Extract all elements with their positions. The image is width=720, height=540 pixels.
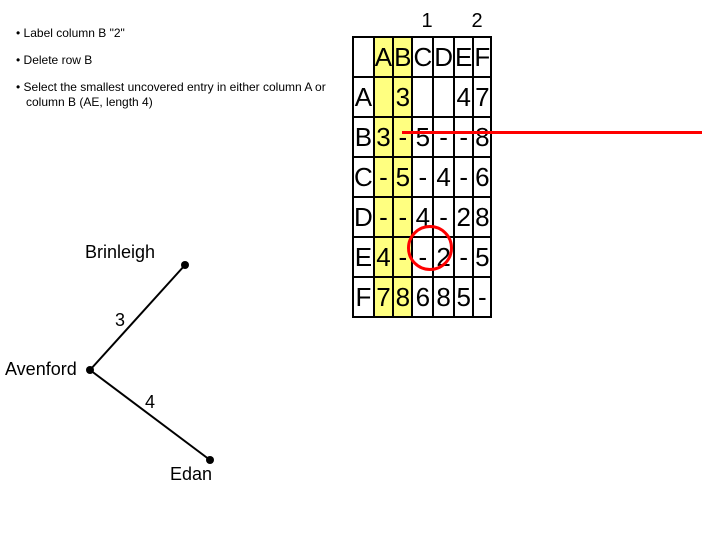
weight-avenford-edan: 4 [145, 392, 155, 412]
cell-E-B: - [393, 237, 412, 277]
cell-D-D: - [433, 197, 454, 237]
cell-A-E: 4 [454, 77, 473, 117]
label-brinleigh: Brinleigh [85, 242, 155, 262]
node-edan [206, 456, 214, 464]
node-avenford [86, 366, 94, 374]
cell-A-A [374, 77, 393, 117]
step-1: 1 [402, 10, 452, 33]
weight-avenford-brinleigh: 3 [115, 310, 125, 330]
header-row: A B C D E F [353, 37, 491, 77]
cell-F-F: - [473, 277, 491, 317]
label-avenford: Avenford [5, 359, 77, 379]
row-E-label: E [353, 237, 374, 277]
note-3: Select the smallest uncovered entry in e… [16, 80, 346, 110]
col-C: C [412, 37, 433, 77]
cell-C-E: - [454, 157, 473, 197]
cell-C-B: 5 [393, 157, 412, 197]
cell-A-C [412, 77, 433, 117]
step-2: 2 [452, 10, 502, 33]
row-D-label: D [353, 197, 374, 237]
cell-D-A: - [374, 197, 393, 237]
edge-avenford-brinleigh [90, 265, 185, 370]
cell-F-A: 7 [374, 277, 393, 317]
cell-F-C: 6 [412, 277, 433, 317]
cell-E-E: - [454, 237, 473, 277]
corner-cell [353, 37, 374, 77]
distance-matrix: A B C D E F A 3 4 7 B 3 - 5 - [352, 36, 492, 318]
cell-B-C: 5 [412, 117, 433, 157]
cell-E-C: - [412, 237, 433, 277]
row-F-label: F [353, 277, 374, 317]
row-D: D - - 4 - 2 8 [353, 197, 491, 237]
row-C: C - 5 - 4 - 6 [353, 157, 491, 197]
step-labels: 1 2 [402, 10, 502, 33]
cell-C-A: - [374, 157, 393, 197]
col-F: F [473, 37, 491, 77]
label-edan: Edan [170, 464, 212, 484]
cell-E-D: 2 [433, 237, 454, 277]
cell-D-B: - [393, 197, 412, 237]
cell-B-D: - [433, 117, 454, 157]
col-B: B [393, 37, 412, 77]
col-E: E [454, 37, 473, 77]
cell-B-A: 3 [374, 117, 393, 157]
col-A: A [374, 37, 393, 77]
cell-C-F: 6 [473, 157, 491, 197]
cell-C-C: - [412, 157, 433, 197]
cell-B-F: 8 [473, 117, 491, 157]
cell-E-F: 5 [473, 237, 491, 277]
cell-B-E: - [454, 117, 473, 157]
note-2: Delete row B [16, 53, 346, 68]
row-B-label: B [353, 117, 374, 157]
cell-E-A: 4 [374, 237, 393, 277]
cell-A-D [433, 77, 454, 117]
cell-B-B: - [393, 117, 412, 157]
cell-A-F: 7 [473, 77, 491, 117]
row-E: E 4 - - 2 - 5 [353, 237, 491, 277]
node-brinleigh [181, 261, 189, 269]
cell-A-B: 3 [393, 77, 412, 117]
cell-F-D: 8 [433, 277, 454, 317]
cell-D-C: 4 [412, 197, 433, 237]
cell-F-E: 5 [454, 277, 473, 317]
edge-avenford-edan [90, 370, 210, 460]
row-A-label: A [353, 77, 374, 117]
notes-list: Label column B "2" Delete row B Select t… [16, 26, 346, 122]
note-1: Label column B "2" [16, 26, 346, 41]
cell-D-F: 8 [473, 197, 491, 237]
col-D: D [433, 37, 454, 77]
row-B: B 3 - 5 - - 8 [353, 117, 491, 157]
row-A: A 3 4 7 [353, 77, 491, 117]
row-F: F 7 8 6 8 5 - [353, 277, 491, 317]
cell-C-D: 4 [433, 157, 454, 197]
cell-D-E: 2 [454, 197, 473, 237]
cell-F-B: 8 [393, 277, 412, 317]
row-C-label: C [353, 157, 374, 197]
